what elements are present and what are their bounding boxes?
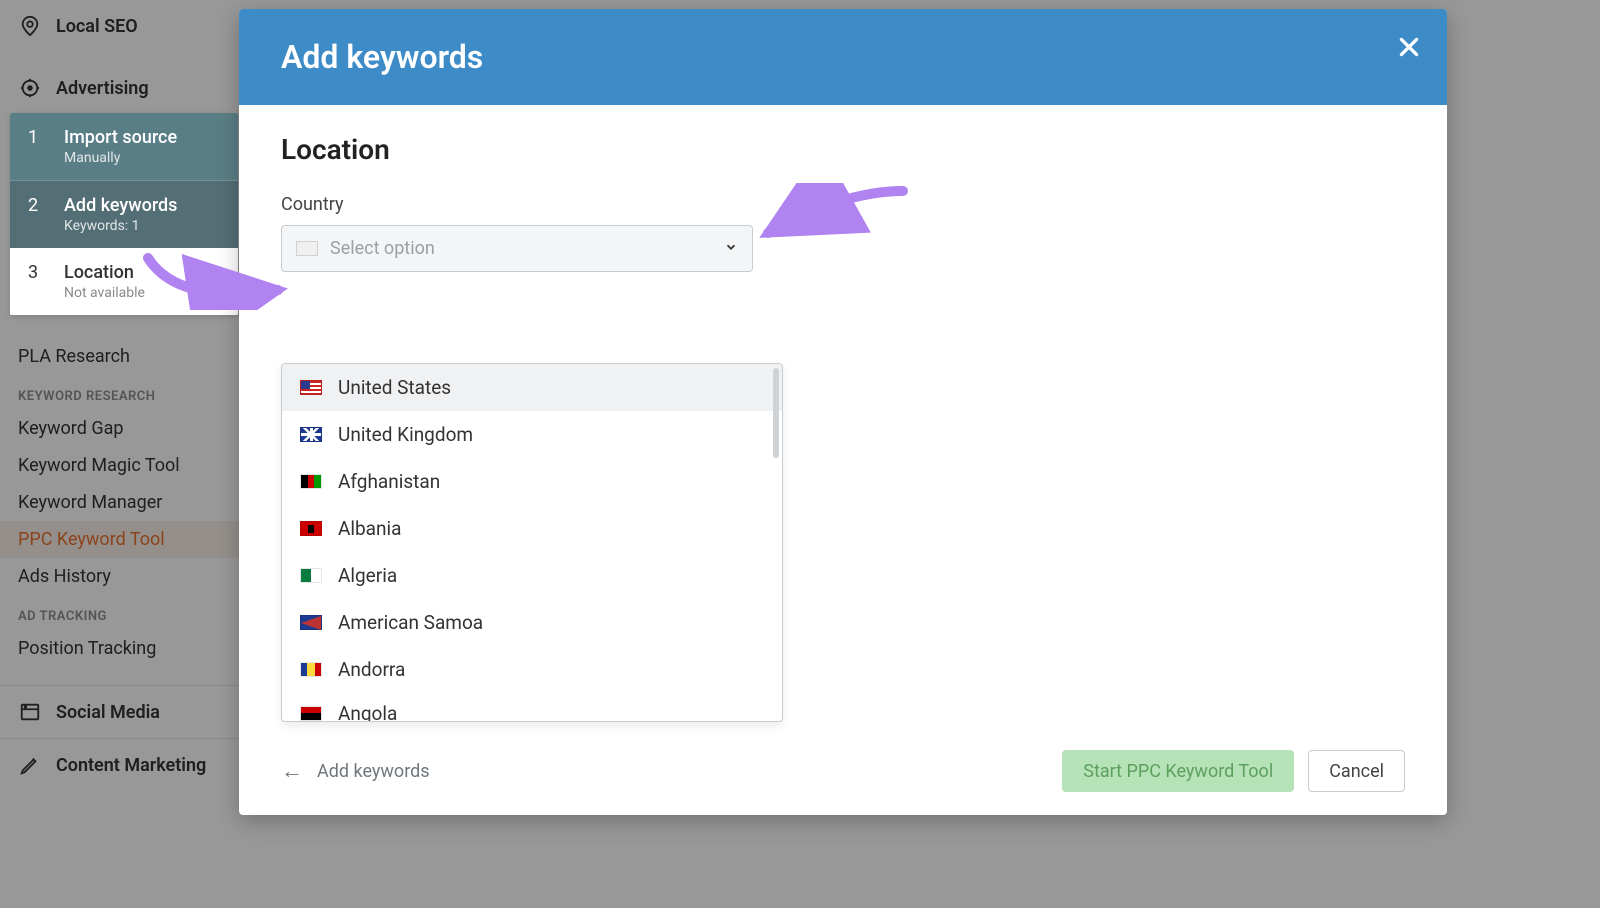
dropdown-option-label: United States: [338, 376, 451, 399]
wizard-step-1[interactable]: 1 Import source Manually: [10, 113, 238, 181]
cancel-button[interactable]: Cancel: [1308, 750, 1405, 792]
start-button-label: Start PPC Keyword Tool: [1083, 761, 1273, 782]
dropdown-option-label: Angola: [338, 702, 397, 722]
select-placeholder: Select option: [330, 238, 738, 259]
modal-header: Add keywords: [239, 9, 1447, 105]
dropdown-scrollbar[interactable]: [773, 368, 779, 717]
flag-dz-icon: [300, 568, 322, 583]
dropdown-option-al[interactable]: Albania: [282, 505, 782, 552]
modal-title: Add keywords: [281, 38, 483, 76]
dropdown-option-label: Algeria: [338, 564, 397, 587]
dropdown-option-ad[interactable]: Andorra: [282, 646, 782, 693]
wizard-steps: 1 Import source Manually 2 Add keywords …: [10, 113, 238, 315]
dropdown-option-label: Albania: [338, 517, 401, 540]
dropdown-option-ao[interactable]: Angola: [282, 693, 782, 721]
step-number: 2: [28, 195, 44, 234]
flag-ad-icon: [300, 662, 322, 677]
start-ppc-button[interactable]: Start PPC Keyword Tool: [1062, 750, 1294, 792]
modal-body: Location Country Select option United St…: [239, 105, 1447, 727]
step-title: Add keywords: [64, 195, 177, 216]
back-button-label: Add keywords: [317, 761, 430, 782]
step-subtitle: Not available: [64, 285, 145, 301]
wizard-step-3[interactable]: 3 Location Not available: [10, 248, 238, 315]
flag-gb-icon: [300, 427, 322, 442]
back-button[interactable]: ← Add keywords: [281, 758, 430, 784]
dropdown-option-dz[interactable]: Algeria: [282, 552, 782, 599]
wizard-step-2[interactable]: 2 Add keywords Keywords: 1: [10, 181, 238, 248]
dropdown-option-us[interactable]: United States: [282, 364, 782, 411]
flag-us-icon: [300, 380, 322, 395]
dropdown-option-af[interactable]: Afghanistan: [282, 458, 782, 505]
country-dropdown: United States United Kingdom Afghanistan…: [281, 363, 783, 722]
dropdown-option-label: Andorra: [338, 658, 405, 681]
dropdown-option-label: Afghanistan: [338, 470, 440, 493]
step-number: 3: [28, 262, 44, 301]
flag-af-icon: [300, 474, 322, 489]
dropdown-option-gb[interactable]: United Kingdom: [282, 411, 782, 458]
arrow-left-icon: ←: [281, 758, 303, 784]
step-subtitle: Manually: [64, 150, 177, 166]
add-keywords-modal: Add keywords Location Country Select opt…: [239, 9, 1447, 815]
country-label: Country: [281, 194, 1405, 215]
flag-placeholder-icon: [296, 241, 318, 256]
flag-al-icon: [300, 521, 322, 536]
step-title: Import source: [64, 127, 177, 148]
step-title: Location: [64, 262, 145, 283]
modal-footer: ← Add keywords Start PPC Keyword Tool Ca…: [239, 727, 1447, 815]
scrollbar-thumb[interactable]: [773, 368, 779, 458]
section-title: Location: [281, 133, 1405, 166]
country-select[interactable]: Select option: [281, 225, 753, 272]
step-number: 1: [28, 127, 44, 166]
close-button[interactable]: [1393, 31, 1425, 63]
flag-as-icon: [300, 615, 322, 630]
dropdown-option-as[interactable]: American Samoa: [282, 599, 782, 646]
chevron-down-icon: [724, 239, 738, 258]
dropdown-option-label: United Kingdom: [338, 423, 473, 446]
cancel-button-label: Cancel: [1329, 761, 1384, 782]
flag-ao-icon: [300, 706, 322, 721]
step-subtitle: Keywords: 1: [64, 218, 177, 234]
dropdown-option-label: American Samoa: [338, 611, 483, 634]
